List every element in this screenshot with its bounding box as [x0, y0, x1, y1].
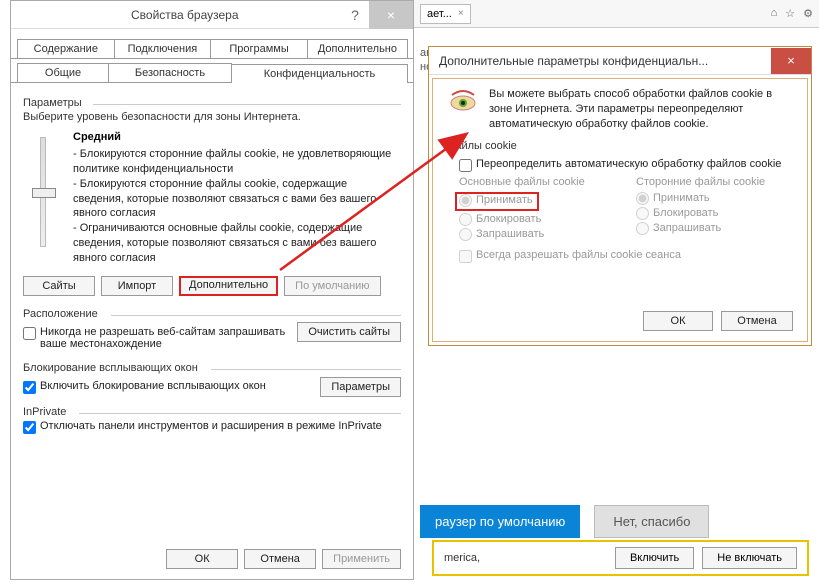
notification-text: merica,	[444, 552, 480, 564]
browser-properties-dialog: Свойства браузера ? × Содержание Подключ…	[10, 0, 414, 580]
first-party-accept[interactable]: Принимать	[455, 192, 539, 211]
help-icon[interactable]: ?	[341, 7, 369, 23]
popup-blocker-checkbox[interactable]	[23, 381, 36, 394]
cookies-label: Файлы cookie	[447, 140, 793, 152]
set-default-button[interactable]: раузер по умолчанию	[420, 505, 580, 538]
session-checkbox	[459, 250, 472, 263]
tab-content[interactable]: Содержание	[17, 39, 115, 58]
cancel-button[interactable]: Отмена	[244, 549, 316, 569]
home-icon[interactable]: ⌂	[771, 7, 778, 20]
first-party-block: Блокировать	[459, 213, 616, 226]
tab-close-icon[interactable]: ×	[458, 8, 464, 19]
browser-tab[interactable]: ает... ×	[420, 4, 471, 24]
adv-title: Дополнительные параметры конфиденциальн.…	[439, 54, 708, 68]
tab-connections[interactable]: Подключения	[114, 39, 212, 58]
sites-button[interactable]: Сайты	[23, 276, 95, 296]
enable-button[interactable]: Включить	[615, 547, 694, 569]
import-button[interactable]: Импорт	[101, 276, 173, 296]
popup-params-button[interactable]: Параметры	[320, 377, 401, 397]
close-icon[interactable]: ×	[369, 1, 413, 29]
popup-section-label: Блокирование всплывающих окон	[23, 362, 401, 374]
first-party-prompt: Запрашивать	[459, 228, 616, 241]
tab-security[interactable]: Безопасность	[108, 63, 232, 82]
third-party-head: Сторонние файлы cookie	[636, 176, 793, 188]
tabs-row-bottom: Общие Безопасность Конфиденциальность	[11, 59, 413, 83]
disable-button[interactable]: Не включать	[702, 547, 797, 569]
tab-general[interactable]: Общие	[17, 63, 109, 82]
tab-title: ает...	[427, 8, 452, 20]
session-label: Всегда разрешать файлы cookie сеанса	[476, 249, 681, 261]
inprivate-section-label: InPrivate	[23, 406, 401, 418]
default-button: По умолчанию	[284, 276, 380, 296]
browser-tabbar: ает... × ⌂ ☆ ⚙	[414, 0, 819, 28]
no-thanks-button[interactable]: Нет, спасибо	[594, 505, 709, 538]
apply-button: Применить	[322, 549, 401, 569]
clear-sites-button[interactable]: Очистить сайты	[297, 322, 401, 342]
inprivate-label: Отключать панели инструментов и расширен…	[40, 420, 382, 432]
level-title: Средний	[73, 131, 401, 143]
inprivate-checkbox[interactable]	[23, 421, 36, 434]
never-allow-location-label: Никогда не разрешать веб-сайтам запрашив…	[40, 326, 289, 350]
override-checkbox[interactable]	[459, 159, 472, 172]
params-section-label: Параметры	[23, 97, 401, 109]
adv-close-icon[interactable]: ×	[771, 48, 811, 74]
slider-thumb[interactable]	[32, 188, 56, 198]
tab-programs[interactable]: Программы	[210, 39, 308, 58]
props-title: Свойства браузера	[131, 8, 239, 22]
browser-toolbar-icons: ⌂ ☆ ⚙	[771, 7, 813, 20]
advanced-privacy-dialog: Дополнительные параметры конфиденциальн.…	[428, 46, 812, 346]
privacy-slider[interactable]	[40, 137, 46, 247]
level-body: - Блокируются сторонние файлы cookie, не…	[73, 147, 401, 266]
adv-description: Вы можете выбрать способ обработки файло…	[489, 87, 793, 132]
third-party-accept: Принимать	[636, 192, 793, 205]
default-browser-prompt: раузер по умолчанию Нет, спасибо	[420, 505, 709, 538]
privacy-eye-icon	[447, 87, 479, 115]
tab-advanced[interactable]: Дополнительно	[307, 39, 408, 58]
props-titlebar: Свойства браузера ? ×	[11, 1, 413, 29]
adv-cancel-button[interactable]: Отмена	[721, 311, 793, 331]
ok-button[interactable]: ОК	[166, 549, 238, 569]
adv-ok-button[interactable]: ОК	[643, 311, 713, 331]
never-allow-location-checkbox[interactable]	[23, 327, 36, 340]
override-label: Переопределить автоматическую обработку …	[476, 158, 781, 170]
advanced-button[interactable]: Дополнительно	[179, 276, 278, 296]
adv-titlebar: Дополнительные параметры конфиденциальн.…	[429, 47, 811, 75]
third-party-block: Блокировать	[636, 207, 793, 220]
first-party-head: Основные файлы cookie	[459, 176, 616, 188]
third-party-prompt: Запрашивать	[636, 222, 793, 235]
popup-blocker-label: Включить блокирование всплывающих окон	[40, 380, 266, 392]
tab-privacy[interactable]: Конфиденциальность	[231, 64, 408, 83]
notification-bar: merica, Включить Не включать	[432, 540, 809, 576]
settings-icon[interactable]: ⚙	[803, 7, 813, 20]
favorites-icon[interactable]: ☆	[785, 7, 795, 20]
tabs-row-top: Содержание Подключения Программы Дополни…	[11, 35, 413, 59]
level-description: Выберите уровень безопасности для зоны И…	[23, 111, 401, 123]
location-section-label: Расположение	[23, 308, 401, 320]
